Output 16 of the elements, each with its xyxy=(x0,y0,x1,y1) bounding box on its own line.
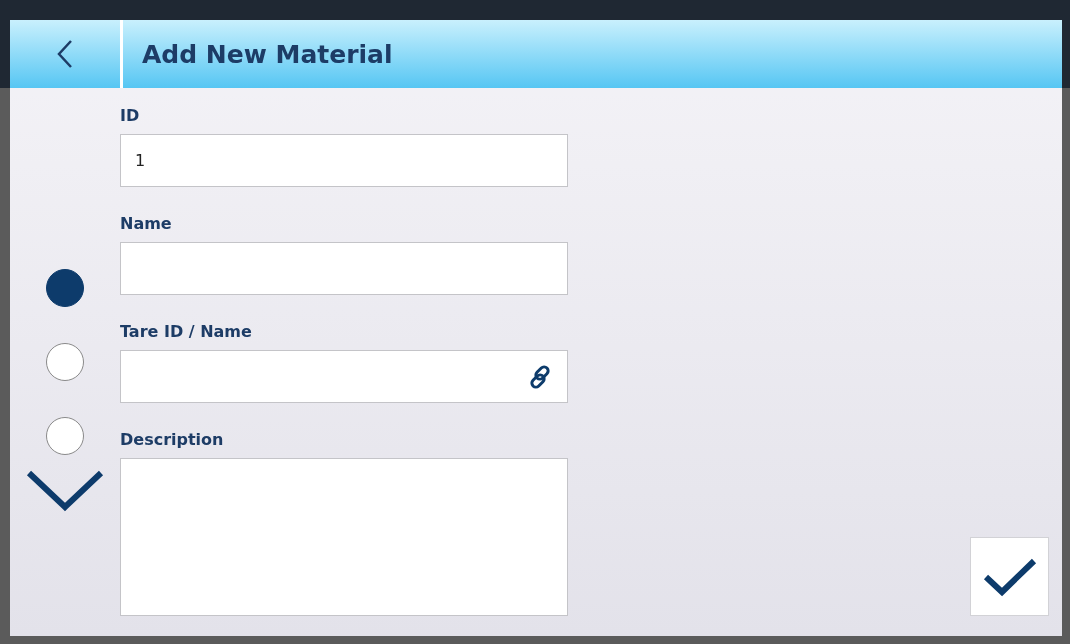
chevron-down-icon xyxy=(26,469,104,513)
page-dot[interactable] xyxy=(46,417,84,455)
field-label: Tare ID / Name xyxy=(120,322,253,341)
input-field[interactable]: 1 xyxy=(120,134,568,187)
page-dot[interactable] xyxy=(46,269,84,307)
link-icon xyxy=(527,363,553,390)
field-label: Description xyxy=(120,430,225,449)
field-value: 1 xyxy=(135,151,146,170)
back-icon xyxy=(55,38,75,70)
field-label: ID xyxy=(120,106,141,125)
confirm-button[interactable] xyxy=(970,537,1049,616)
page-dot[interactable] xyxy=(46,343,84,381)
input-field[interactable] xyxy=(120,350,568,403)
field-label: Name xyxy=(120,214,173,233)
dialog-title: Add New Material xyxy=(142,39,393,69)
input-field[interactable] xyxy=(120,242,568,295)
